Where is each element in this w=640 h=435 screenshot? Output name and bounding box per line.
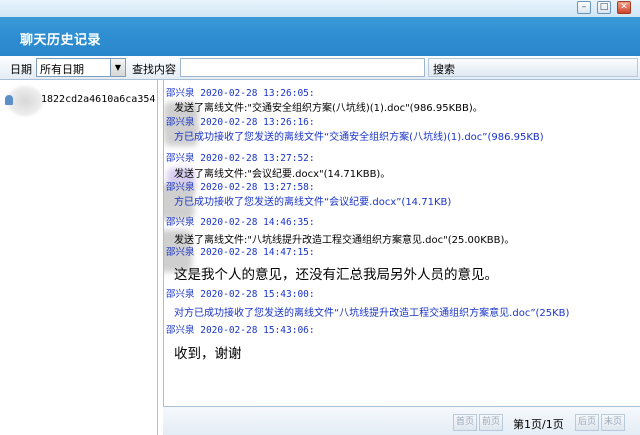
first-page-button[interactable]: 首页 <box>453 414 477 431</box>
message-body: 发送了离线文件:"会议纪要.docx"(14.71KBB)。 <box>174 169 391 180</box>
date-select[interactable]: 所有日期 ▼ <box>36 58 126 77</box>
message-header: 邵兴泉 2020-02-28 13:26:05: <box>166 88 315 99</box>
message-header: 邵兴泉 2020-02-28 13:26:16: <box>166 117 315 128</box>
message-body: 发送了离线文件:"交通安全组织方案(八坑线)(1).doc"(986.95KBB… <box>174 103 483 114</box>
contact-list: 1822cd2a4610a6ca354 <box>0 80 158 435</box>
search-content-label: 查找内容 <box>132 63 176 76</box>
page-info: 第1页/1页 <box>513 418 564 431</box>
message-header: 邵兴泉 2020-02-28 15:43:00: <box>166 289 315 300</box>
last-page-button[interactable]: 末页 <box>601 414 625 431</box>
toolbar: 日期 所有日期 ▼ 查找内容 搜索 <box>0 56 640 80</box>
date-label: 日期 <box>10 63 32 76</box>
date-select-value: 所有日期 <box>40 63 84 76</box>
close-icon[interactable]: ✕ <box>617 1 631 14</box>
message-body: 方已成功接收了您发送的离线文件“会议纪要.docx”(14.71KB) <box>174 197 452 208</box>
next-page-button[interactable]: 后页 <box>575 414 599 431</box>
message-body: 收到，谢谢 <box>174 346 242 362</box>
message-header: 邵兴泉 2020-02-28 14:46:35: <box>166 217 315 228</box>
message-body: 对方已成功接收了您发送的离线文件“八坑线提升改造工程交通组织方案意见.doc”(… <box>174 308 570 319</box>
title-bar: 聊天历史记录 – □ ✕ <box>0 0 640 56</box>
title-bar-strip <box>0 0 640 17</box>
contact-item[interactable]: 1822cd2a4610a6ca354 <box>5 86 156 116</box>
search-button[interactable]: 搜索 <box>428 58 638 77</box>
chevron-down-icon[interactable]: ▼ <box>110 59 125 76</box>
contact-id: 1822cd2a4610a6ca354 <box>41 94 156 105</box>
message-body: 这是我个人的意见，还没有汇总我局另外人员的意见。 <box>174 267 498 283</box>
maximize-icon[interactable]: □ <box>597 1 611 14</box>
message-header: 邵兴泉 2020-02-28 14:47:15: <box>166 247 315 258</box>
window-title: 聊天历史记录 <box>20 33 102 48</box>
minimize-icon[interactable]: – <box>577 1 591 14</box>
message-header: 邵兴泉 2020-02-28 15:43:06: <box>166 325 315 336</box>
message-area[interactable]: 邵兴泉 2020-02-28 13:26:05: 发送了离线文件:"交通安全组织… <box>163 80 640 406</box>
message-body: 方已成功接收了您发送的离线文件“交通安全组织方案(八坑线)(1).doc”(98… <box>174 132 544 143</box>
pager: 首页 前页 第1页/1页 后页 末页 <box>163 406 640 435</box>
message-header: 邵兴泉 2020-02-28 13:27:58: <box>166 182 315 193</box>
search-input[interactable] <box>180 58 425 77</box>
prev-page-button[interactable]: 前页 <box>479 414 503 431</box>
message-header: 邵兴泉 2020-02-28 13:27:52: <box>166 153 315 164</box>
person-icon <box>5 95 13 105</box>
